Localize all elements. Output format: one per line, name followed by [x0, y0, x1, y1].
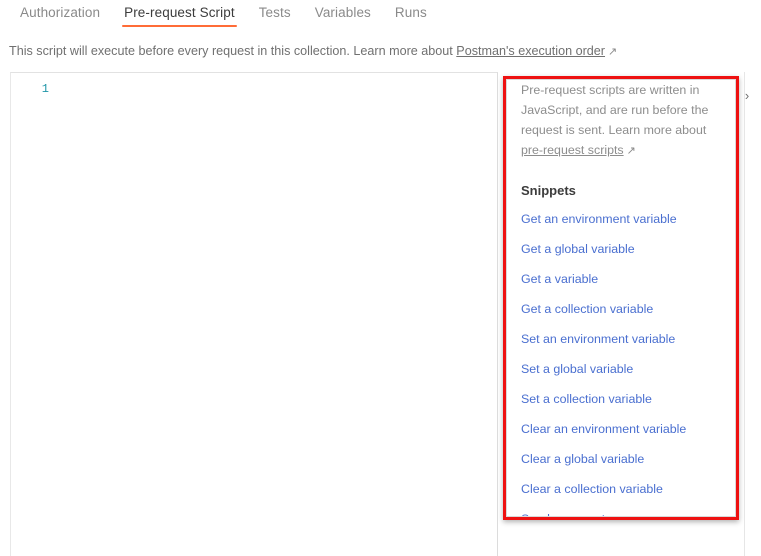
snippet-item[interactable]: Clear an environment variable [521, 422, 721, 437]
external-link-icon: ↗ [626, 145, 636, 157]
tab-label: Authorization [20, 5, 101, 20]
snippet-item[interactable]: Get a global variable [521, 242, 721, 257]
chevron-right-icon[interactable]: › [739, 88, 755, 104]
code-editor[interactable]: 1 [10, 72, 498, 556]
line-number: 1 [41, 82, 49, 96]
active-tab-underline [122, 25, 237, 27]
snippet-item[interactable]: Clear a collection variable [521, 482, 721, 497]
snippet-item[interactable]: Get an environment variable [521, 212, 721, 227]
tab-variables[interactable]: Variables [303, 0, 383, 29]
execution-order-link[interactable]: Postman's execution order [456, 44, 605, 58]
snippets-panel: Pre-request scripts are written in JavaS… [506, 79, 736, 517]
snippet-item[interactable]: Send a request [521, 512, 721, 516]
tab-label: Variables [314, 5, 371, 20]
panel-intro-text: Pre-request scripts are written in JavaS… [521, 80, 721, 161]
snippet-item[interactable]: Get a variable [521, 272, 721, 287]
tab-runs[interactable]: Runs [383, 0, 439, 29]
snippet-item[interactable]: Set a collection variable [521, 392, 721, 407]
panel-divider [744, 72, 745, 556]
snippets-heading: Snippets [521, 183, 576, 198]
snippet-item[interactable]: Get a collection variable [521, 302, 721, 317]
tab-tests[interactable]: Tests [247, 0, 303, 29]
tab-authorization[interactable]: Authorization [8, 0, 112, 29]
script-description: This script will execute before every re… [9, 44, 617, 58]
external-link-icon: ↗ [608, 46, 618, 58]
tab-label: Tests [258, 5, 291, 20]
editor-gutter: 1 [11, 73, 55, 556]
snippet-list: Get an environment variable Get a global… [521, 212, 721, 516]
tab-pre-request-script[interactable]: Pre-request Script [112, 0, 247, 29]
panel-intro-body: Pre-request scripts are written in JavaS… [521, 83, 709, 137]
pre-request-scripts-link[interactable]: pre-request scripts [521, 143, 624, 157]
snippets-panel-content: Pre-request scripts are written in JavaS… [507, 80, 735, 516]
snippet-item[interactable]: Set a global variable [521, 362, 721, 377]
code-input-area[interactable] [55, 73, 497, 556]
description-text: This script will execute before every re… [9, 44, 457, 58]
tab-label: Runs [394, 5, 427, 20]
snippet-item[interactable]: Clear a global variable [521, 452, 721, 467]
snippets-panel-highlight: Pre-request scripts are written in JavaS… [503, 76, 739, 520]
tab-label: Pre-request Script [124, 5, 235, 20]
tab-bar: Authorization Pre-request Script Tests V… [0, 0, 761, 30]
snippet-item[interactable]: Set an environment variable [521, 332, 721, 347]
